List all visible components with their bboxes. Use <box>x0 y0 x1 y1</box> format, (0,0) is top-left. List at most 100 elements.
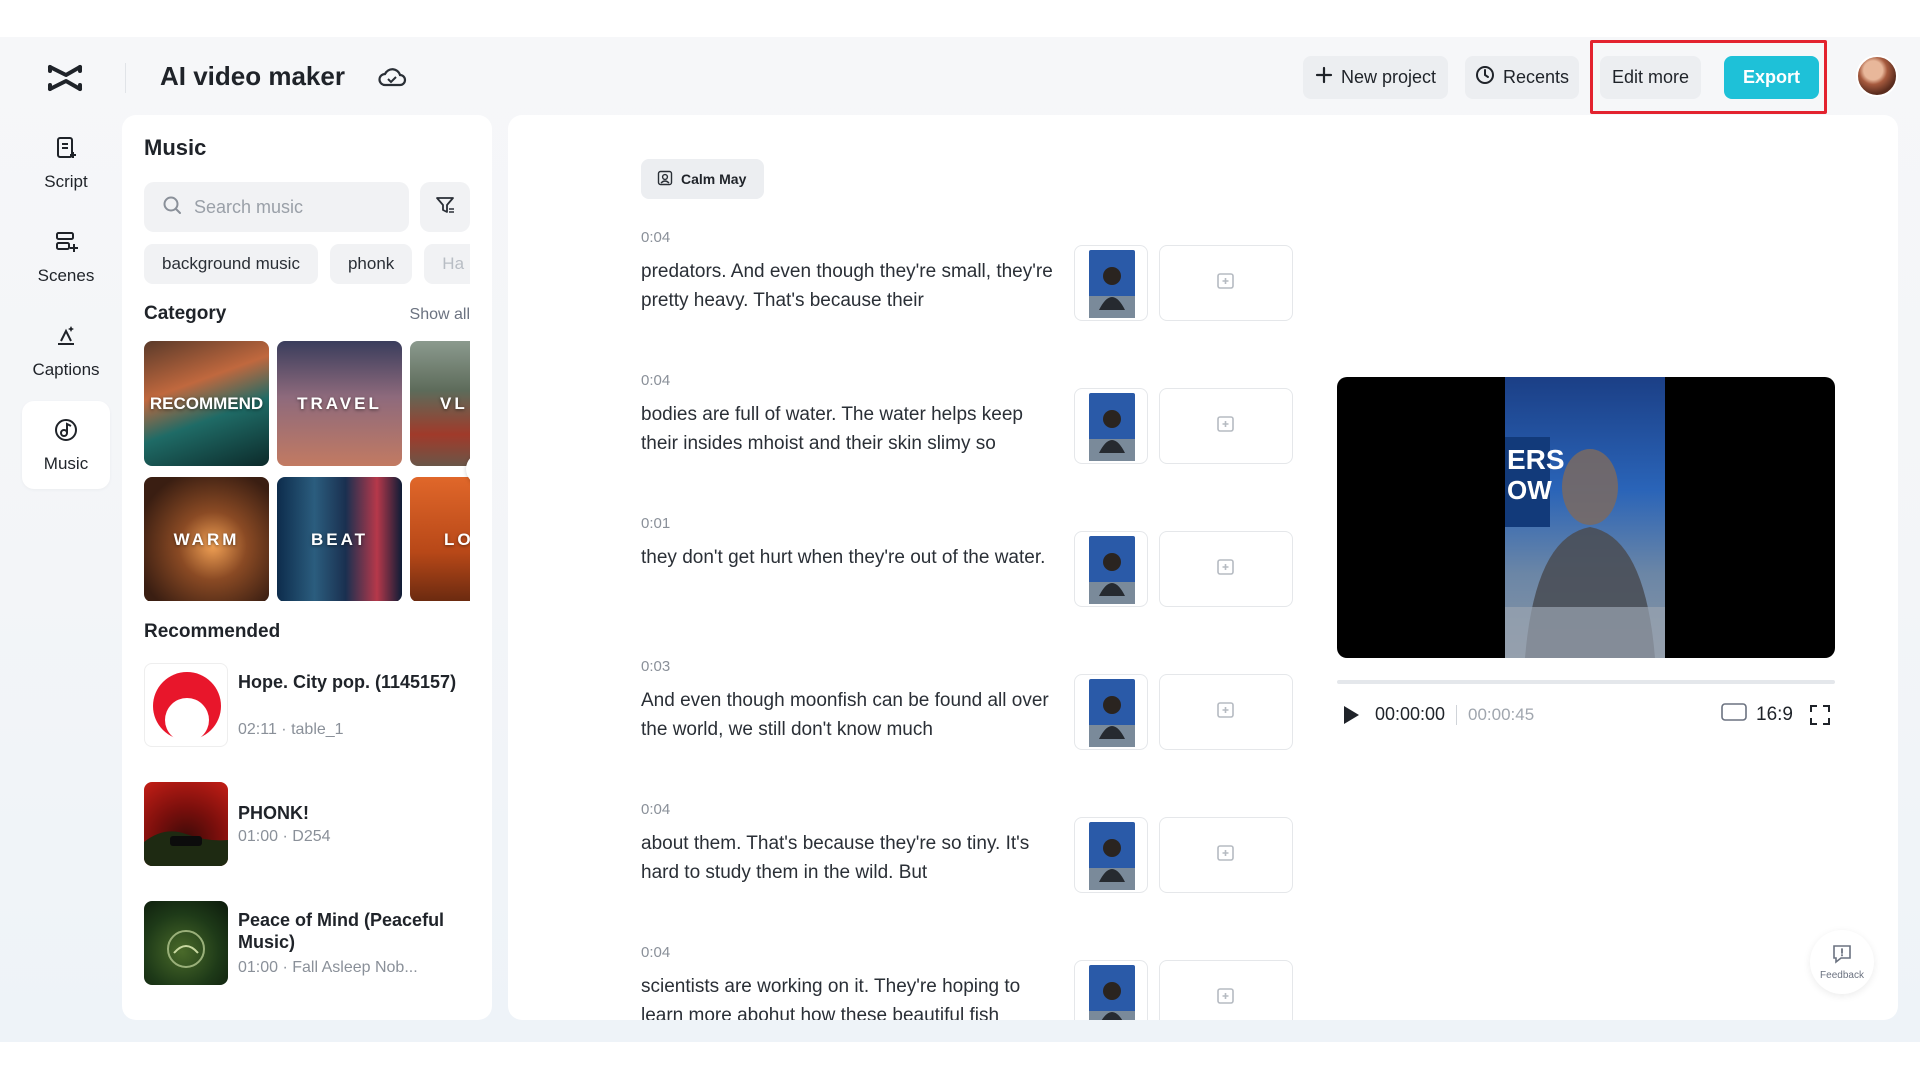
tag-chip[interactable]: phonk <box>329 244 413 284</box>
edit-more-button[interactable]: Edit more <box>1600 56 1701 99</box>
list-item[interactable]: Hope. City pop. (1145157) 02:11 · table_… <box>144 663 474 747</box>
add-media-icon <box>1216 986 1236 1011</box>
add-media-button[interactable] <box>1159 531 1293 607</box>
track-title: Hope. City pop. (1145157) <box>238 672 457 692</box>
tag-chip[interactable]: background music <box>144 244 318 284</box>
plus-icon <box>1315 66 1333 89</box>
header-divider <box>125 63 126 93</box>
nav-item-music[interactable]: Music <box>22 401 110 489</box>
category-tile-warm[interactable]: WARM <box>144 477 269 601</box>
list-item[interactable]: PHONK! 01:00 · D254 <box>144 782 474 866</box>
aspect-ratio-icon <box>1720 702 1748 728</box>
music-panel-title: Music <box>144 135 207 160</box>
filter-icon <box>434 194 456 221</box>
scene-thumbnail[interactable] <box>1074 388 1148 464</box>
playback-controls: 00:00:00 00:00:45 16:9 <box>1337 698 1835 734</box>
new-project-button[interactable]: New project <box>1303 56 1448 99</box>
add-media-icon <box>1216 843 1236 868</box>
scene-text[interactable]: And even though moonfish can be found al… <box>641 686 1061 744</box>
track-title: Peace of Mind (Peaceful Music) <box>238 910 445 952</box>
scene-row: 0:04 predators. And even though they're … <box>641 229 1301 374</box>
new-project-label: New project <box>1340 67 1437 87</box>
category-tile-recommend[interactable]: RECOMMEND <box>144 341 269 466</box>
scene-duration: 0:04 <box>641 229 671 246</box>
cloud-icon[interactable] <box>377 63 407 91</box>
category-tile-lofi[interactable]: LO <box>410 477 470 601</box>
scene-row: 0:03 And even though moonfish can be fou… <box>641 658 1301 803</box>
scene-row: 0:01 they don't get hurt when they're ou… <box>641 515 1301 660</box>
scene-thumbnail[interactable] <box>1074 674 1148 750</box>
nav-label-music: Music <box>43 453 89 473</box>
capcut-logo-icon[interactable] <box>46 59 84 97</box>
clock-icon <box>1475 65 1495 90</box>
track-title: PHONK! <box>238 803 309 823</box>
track-meta: 01:00 · Fall Asleep Nob... <box>238 959 418 976</box>
scene-thumbnail[interactable] <box>1074 817 1148 893</box>
scene-thumbnail[interactable] <box>1074 531 1148 607</box>
add-media-button[interactable] <box>1159 817 1293 893</box>
recents-label: Recents <box>1502 67 1570 87</box>
track-thumbnail <box>144 782 228 866</box>
playback-progress-bar[interactable] <box>1337 680 1835 684</box>
scene-text[interactable]: about them. That's because they're so ti… <box>641 829 1061 887</box>
track-meta: 01:00 · D254 <box>238 828 331 845</box>
category-grid: RECOMMEND TRAVEL VL WARM BEAT LO <box>144 341 470 601</box>
recents-button[interactable]: Recents <box>1465 56 1579 99</box>
scene-text[interactable]: bodies are full of water. The water help… <box>641 400 1061 458</box>
export-button[interactable]: Export <box>1724 56 1819 99</box>
nav-item-script[interactable]: Script <box>22 119 110 207</box>
show-all-link[interactable]: Show all <box>410 306 470 324</box>
nav-label-captions: Captions <box>32 359 100 379</box>
scenes-icon <box>53 229 79 260</box>
scene-duration: 0:04 <box>641 801 671 818</box>
add-media-button[interactable] <box>1159 960 1293 1020</box>
aspect-ratio-selector[interactable]: 16:9 <box>1720 702 1793 728</box>
nav-item-scenes[interactable]: Scenes <box>22 213 110 301</box>
scene-text[interactable]: scientists are working on it. They're ho… <box>641 972 1061 1020</box>
left-navigation: Script Scenes Captions Music <box>22 119 110 495</box>
scene-duration: 0:01 <box>641 515 671 532</box>
play-icon[interactable] <box>1341 704 1361 731</box>
category-tile-beat[interactable]: BEAT <box>277 477 402 601</box>
script-icon <box>53 135 79 166</box>
scene-thumbnail[interactable] <box>1074 960 1148 1020</box>
tag-chip[interactable]: Ha <box>424 244 470 284</box>
music-icon <box>53 417 79 448</box>
add-media-icon <box>1216 557 1236 582</box>
voice-avatar-icon <box>657 170 673 189</box>
category-heading: Category <box>144 303 227 324</box>
track-thumbnail <box>144 901 228 985</box>
total-time: 00:00:45 <box>1468 705 1535 724</box>
scene-row: 0:04 scientists are working on it. They'… <box>641 944 1301 1020</box>
scene-text[interactable]: they don't get hurt when they're out of … <box>641 543 1061 572</box>
add-media-button[interactable] <box>1159 388 1293 464</box>
add-media-icon <box>1216 700 1236 725</box>
add-media-button[interactable] <box>1159 245 1293 321</box>
scene-thumbnail[interactable] <box>1074 245 1148 321</box>
nav-label-script: Script <box>44 171 88 191</box>
voice-selector-button[interactable]: Calm May <box>641 159 765 199</box>
list-item[interactable]: Peace of Mind (Peaceful Music) 01:00 · F… <box>144 901 474 985</box>
feedback-button[interactable]: Feedback <box>1810 930 1874 994</box>
add-media-icon <box>1216 271 1236 296</box>
fullscreen-icon[interactable] <box>1809 704 1831 731</box>
video-preview[interactable]: ERS OW <box>1337 377 1835 658</box>
category-tile-travel[interactable]: TRAVEL <box>277 341 402 466</box>
avatar[interactable] <box>1856 55 1898 97</box>
track-thumbnail <box>144 663 228 747</box>
nav-item-captions[interactable]: Captions <box>22 307 110 395</box>
search-box[interactable] <box>144 182 409 232</box>
music-panel: Music background music phonk Ha Category… <box>122 115 492 1020</box>
svg-text:OW: OW <box>1507 475 1552 505</box>
page-title: AI video maker <box>160 61 345 91</box>
add-media-button[interactable] <box>1159 674 1293 750</box>
scene-text[interactable]: predators. And even though they're small… <box>641 257 1061 315</box>
scene-duration: 0:03 <box>641 658 671 675</box>
category-tile-vlog[interactable]: VL <box>410 341 470 466</box>
search-input[interactable] <box>194 196 394 218</box>
aspect-ratio-label: 16:9 <box>1756 704 1793 725</box>
time-separator <box>1456 705 1457 725</box>
script-editor: Calm May 0:04 predators. And even though… <box>508 115 1898 1020</box>
video-frame: ERS OW <box>1505 377 1665 658</box>
filter-button[interactable] <box>420 182 470 232</box>
